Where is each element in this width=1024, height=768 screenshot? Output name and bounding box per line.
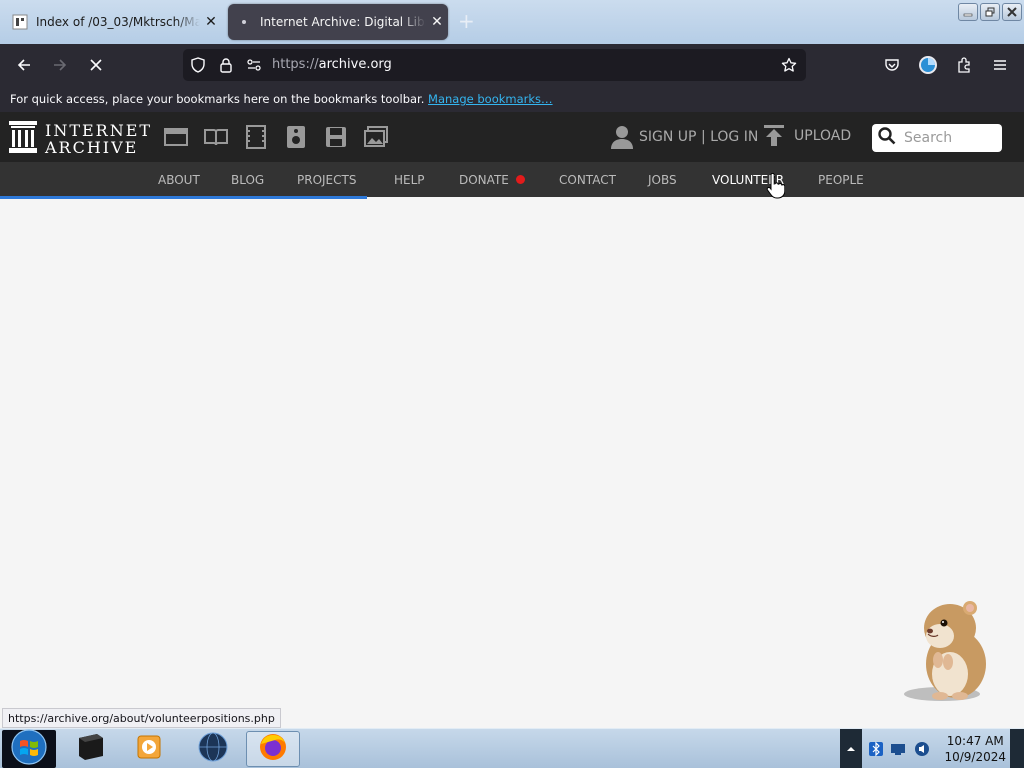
tab-strip: Index of /03_03/Mktrsch/Marke ✕ Internet… xyxy=(0,0,1024,44)
account-sync-icon[interactable] xyxy=(916,53,940,77)
network-tray-icon[interactable] xyxy=(890,741,906,761)
url-protocol: https:// xyxy=(272,57,319,72)
nav-help[interactable]: HELP xyxy=(394,173,425,187)
texts-icon[interactable] xyxy=(204,125,228,149)
pocket-icon[interactable] xyxy=(880,53,904,77)
volume-tray-icon[interactable] xyxy=(914,741,930,761)
navigation-toolbar: https://archive.org xyxy=(0,44,1024,86)
search-input[interactable] xyxy=(904,130,1000,146)
lock-icon[interactable] xyxy=(218,57,234,73)
menu-hamburger-icon[interactable] xyxy=(988,53,1012,77)
url-host: archive.org xyxy=(318,57,392,72)
nav-donate: DONATE xyxy=(459,173,509,187)
forward-arrow-icon[interactable] xyxy=(48,53,72,77)
donate-heart-icon xyxy=(515,175,525,184)
tab-internet-archive[interactable]: Internet Archive: Digital Library ✕ xyxy=(228,4,448,40)
ia-search-box[interactable] xyxy=(872,124,1002,152)
nav-about[interactable]: ABOUT xyxy=(158,173,200,187)
upload-arrow-icon xyxy=(764,125,784,147)
login-link[interactable]: LOG IN xyxy=(710,129,758,145)
video-icon[interactable] xyxy=(244,125,268,149)
page-favicon-icon xyxy=(12,14,28,30)
loading-dot-icon xyxy=(236,14,252,30)
taskbar-app-media-player[interactable] xyxy=(122,731,176,767)
tab-title: Index of /03_03/Mktrsch/Marke xyxy=(36,15,200,29)
search-icon[interactable] xyxy=(878,127,896,149)
nav-donate-wrap[interactable]: DONATE xyxy=(459,173,525,187)
stop-loading-icon[interactable] xyxy=(84,53,108,77)
bluetooth-icon[interactable] xyxy=(868,741,884,761)
permissions-icon[interactable] xyxy=(246,57,262,73)
window-close-icon[interactable] xyxy=(1002,3,1022,21)
ia-logo[interactable]: INTERNET ARCHIVE xyxy=(9,121,152,157)
signup-link[interactable]: SIGN UP xyxy=(639,129,696,145)
firefox-icon xyxy=(258,732,288,766)
account-links: SIGN UP | LOG IN xyxy=(611,125,758,149)
nav-projects[interactable]: PROJECTS xyxy=(297,173,356,187)
media-type-icons xyxy=(164,125,388,149)
windows-logo-icon xyxy=(11,729,47,768)
terminal-icon xyxy=(73,732,105,766)
taskbar-app-terminal[interactable] xyxy=(62,731,116,767)
tray-overflow[interactable] xyxy=(840,729,862,768)
tracking-shield-icon[interactable] xyxy=(190,57,206,73)
window-controls xyxy=(958,3,1022,21)
wordmark-line2: ARCHIVE xyxy=(45,138,139,157)
windows-taskbar: 10:47 AM 10/9/2024 xyxy=(0,728,1024,768)
account-separator: | xyxy=(700,129,706,145)
tab-index[interactable]: Index of /03_03/Mktrsch/Marke ✕ xyxy=(4,4,222,40)
media-player-icon xyxy=(135,733,163,765)
hamster-mascot-icon xyxy=(900,598,994,704)
archive-building-icon xyxy=(9,121,37,157)
nav-jobs[interactable]: JOBS xyxy=(648,173,677,187)
bookmarks-hint: For quick access, place your bookmarks h… xyxy=(10,92,425,106)
restore-icon[interactable] xyxy=(980,3,1000,21)
back-arrow-icon[interactable] xyxy=(12,53,36,77)
taskbar-app-firefox[interactable] xyxy=(246,731,300,767)
link-status-bar: https://archive.org/about/volunteerposit… xyxy=(2,708,281,728)
hand-pointer-cursor-icon xyxy=(765,172,786,199)
audio-icon[interactable] xyxy=(284,125,308,149)
new-tab-icon[interactable]: + xyxy=(458,10,475,32)
tab-title: Internet Archive: Digital Library xyxy=(260,15,426,29)
show-desktop-button[interactable] xyxy=(1010,729,1024,768)
bookmark-star-icon[interactable] xyxy=(781,57,797,73)
extensions-icon[interactable] xyxy=(952,53,976,77)
nav-contact[interactable]: CONTACT xyxy=(559,173,616,187)
clock-time: 10:47 AM xyxy=(946,734,1004,748)
ia-wordmark: INTERNET ARCHIVE xyxy=(45,122,152,156)
globe-icon xyxy=(198,732,228,766)
tab-close-icon[interactable]: ✕ xyxy=(426,14,448,30)
address-bar[interactable]: https://archive.org xyxy=(183,49,806,81)
taskbar-app-network[interactable] xyxy=(186,731,240,767)
url-text[interactable]: https://archive.org xyxy=(272,57,392,72)
images-icon[interactable] xyxy=(364,125,388,149)
start-button[interactable] xyxy=(2,729,56,768)
upload-button[interactable]: UPLOAD xyxy=(764,125,851,147)
clock-date: 10/9/2024 xyxy=(944,750,1006,764)
ia-sub-nav: ABOUT BLOG PROJECTS HELP DONATE CONTACT … xyxy=(0,162,1024,197)
nav-people[interactable]: PEOPLE xyxy=(818,173,864,187)
user-avatar-icon xyxy=(611,125,633,149)
manage-bookmarks-link[interactable]: Manage bookmarks… xyxy=(428,92,553,106)
upload-label: UPLOAD xyxy=(794,128,852,144)
minimize-icon[interactable] xyxy=(958,3,978,21)
system-tray: 10:47 AM 10/9/2024 xyxy=(840,729,1024,768)
taskbar-clock[interactable]: 10:47 AM 10/9/2024 xyxy=(944,733,1006,765)
nav-blog[interactable]: BLOG xyxy=(231,173,264,187)
web-icon[interactable] xyxy=(164,125,188,149)
bookmarks-toolbar: For quick access, place your bookmarks h… xyxy=(0,86,1024,112)
page-content-area xyxy=(0,199,1024,728)
software-icon[interactable] xyxy=(324,125,348,149)
tab-close-icon[interactable]: ✕ xyxy=(200,14,222,30)
ia-top-nav: INTERNET ARCHIVE SIGN UP | LOG IN UPLOAD… xyxy=(0,112,1024,162)
